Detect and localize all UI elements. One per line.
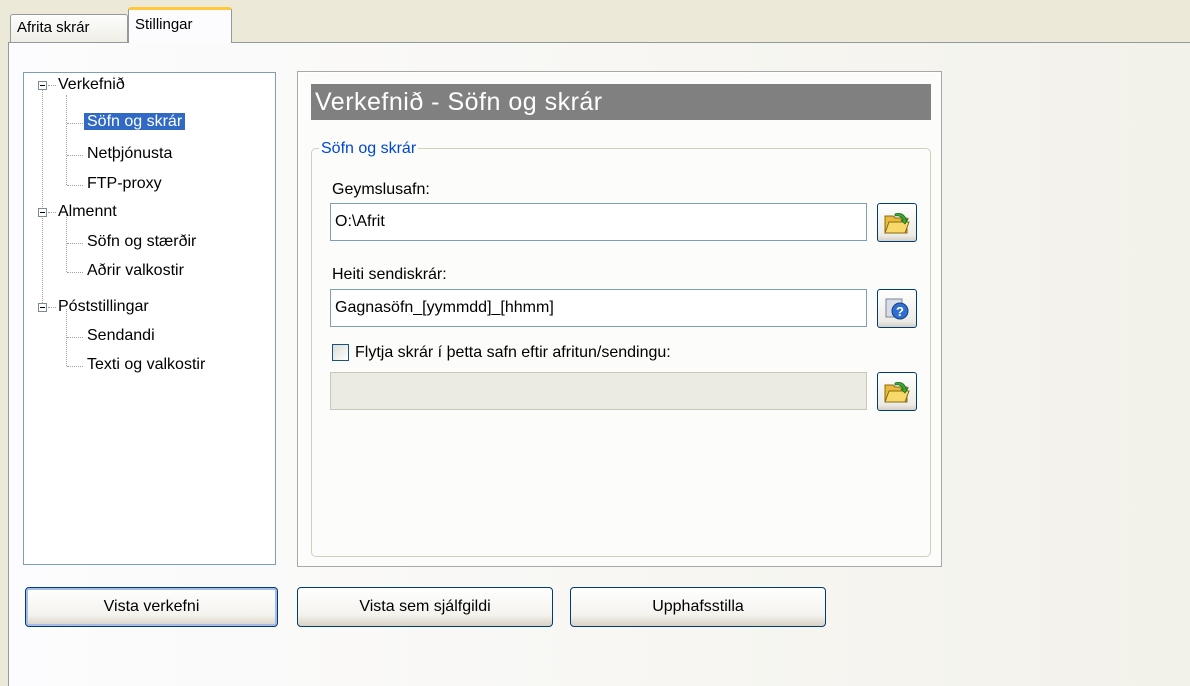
tree-item-sender[interactable]: Sendandi bbox=[87, 324, 155, 350]
tree-line bbox=[67, 155, 83, 156]
tree-line bbox=[42, 85, 43, 307]
tree-line bbox=[48, 212, 56, 213]
tree-line bbox=[48, 85, 56, 86]
svg-text:?: ? bbox=[896, 304, 904, 319]
tree-item-label: Söfn og stærðir bbox=[87, 233, 197, 250]
collapse-toggle-icon[interactable] bbox=[38, 81, 47, 90]
tree-line bbox=[67, 366, 83, 367]
tree-line bbox=[67, 272, 83, 273]
tree-line bbox=[67, 243, 83, 244]
storage-folder-label: Geymslusafn: bbox=[332, 181, 430, 198]
save-as-default-button[interactable]: Vista sem sjálfgildi bbox=[297, 587, 553, 627]
tree-line bbox=[48, 307, 56, 308]
tree-item-label: Texti og valkostir bbox=[87, 356, 206, 373]
folder-open-icon bbox=[884, 212, 910, 233]
tree-item-label: Aðrir valkostir bbox=[87, 262, 184, 279]
tree-item-project[interactable]: Verkefnið bbox=[58, 73, 125, 99]
tree-item-label: Verkefnið bbox=[58, 76, 125, 93]
browse-move-target-button[interactable] bbox=[877, 372, 917, 411]
tree-line bbox=[67, 123, 83, 124]
tree-line bbox=[67, 185, 83, 186]
send-file-name-input[interactable] bbox=[330, 289, 867, 327]
tree-item-server[interactable]: Netþjónusta bbox=[87, 142, 172, 168]
send-file-name-label: Heiti sendiskrár: bbox=[332, 266, 447, 283]
tree-item-folders-files[interactable]: Söfn og skrár bbox=[84, 110, 186, 136]
collapse-toggle-icon[interactable] bbox=[38, 303, 47, 312]
tree-item-label: Sendandi bbox=[87, 327, 155, 344]
help-button[interactable]: ? bbox=[877, 289, 917, 328]
storage-folder-input[interactable] bbox=[330, 203, 867, 241]
folder-open-icon bbox=[884, 381, 910, 402]
tree-item-ftp-proxy[interactable]: FTP-proxy bbox=[87, 172, 162, 198]
panel-title: Verkefnið - Söfn og skrár bbox=[311, 84, 931, 120]
tree-item-label: FTP-proxy bbox=[87, 175, 162, 192]
tree-item-general[interactable]: Almennt bbox=[58, 200, 117, 226]
tab-label: Stillingar bbox=[135, 16, 193, 33]
collapse-toggle-icon[interactable] bbox=[38, 208, 47, 217]
help-icon: ? bbox=[885, 298, 909, 319]
tree-item-other-options[interactable]: Aðrir valkostir bbox=[87, 259, 184, 285]
move-files-checkbox[interactable] bbox=[332, 344, 349, 361]
tree-item-folders-sizes[interactable]: Söfn og stærðir bbox=[87, 230, 196, 256]
tree-item-label: Netþjónusta bbox=[87, 145, 173, 162]
reset-button[interactable]: Upphafsstilla bbox=[570, 587, 826, 627]
tab-strip: Afrita skrár Stillingar bbox=[0, 0, 1190, 43]
move-target-input[interactable] bbox=[330, 372, 867, 410]
tree-item-mail-settings[interactable]: Póststillingar bbox=[58, 295, 149, 321]
tree-line bbox=[66, 95, 67, 185]
tab-settings[interactable]: Stillingar bbox=[128, 7, 232, 43]
browse-storage-button[interactable] bbox=[877, 203, 917, 242]
settings-tree: Verkefnið Söfn og skrár Netþjónusta FTP-… bbox=[23, 72, 276, 565]
tab-copy-files[interactable]: Afrita skrár bbox=[10, 14, 128, 43]
tab-label: Afrita skrár bbox=[17, 19, 90, 36]
tree-item-label: Almennt bbox=[58, 203, 117, 220]
group-title: Söfn og skrár bbox=[319, 140, 419, 158]
move-files-label: Flytja skrár í þetta safn eftir afritun/… bbox=[355, 344, 671, 361]
tree-item-label: Póststillingar bbox=[58, 298, 149, 315]
tree-line bbox=[67, 337, 83, 338]
save-project-button[interactable]: Vista verkefni bbox=[25, 587, 278, 627]
tree-item-label: Söfn og skrár bbox=[84, 113, 186, 130]
tree-item-text-options[interactable]: Texti og valkostir bbox=[87, 353, 205, 379]
